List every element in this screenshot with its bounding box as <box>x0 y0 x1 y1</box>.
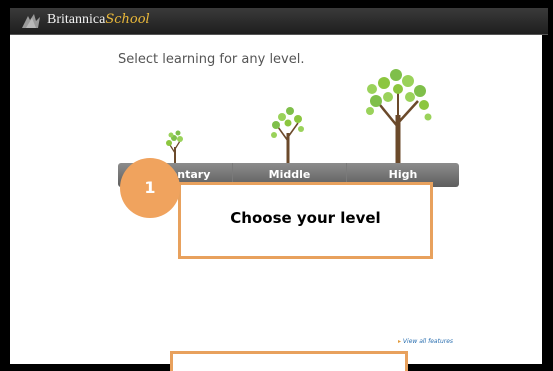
view-all-features-label: View all features <box>402 338 454 345</box>
page-heading: Select learning for any level. <box>118 52 305 67</box>
app-header: BritannicaSchool <box>10 8 548 35</box>
britannica-thistle-logo-icon <box>22 14 40 28</box>
callout-text: Choose your level <box>230 209 381 227</box>
brand-name: Britannica <box>47 12 106 27</box>
screenshot-frame: BritannicaSchool Select learning for any… <box>0 0 553 371</box>
mature-tree-icon <box>366 69 432 175</box>
instruction-callout: Choose your level <box>178 182 433 259</box>
brand-school: School <box>105 12 150 27</box>
next-instruction-callout <box>170 351 408 371</box>
view-all-features-link[interactable]: ▸ View all features <box>398 338 453 345</box>
brand-logo[interactable]: BritannicaSchool <box>47 12 150 28</box>
main-content: Select learning for any level. Middle Hi… <box>10 35 542 371</box>
step-number-badge: 1 <box>120 158 180 218</box>
